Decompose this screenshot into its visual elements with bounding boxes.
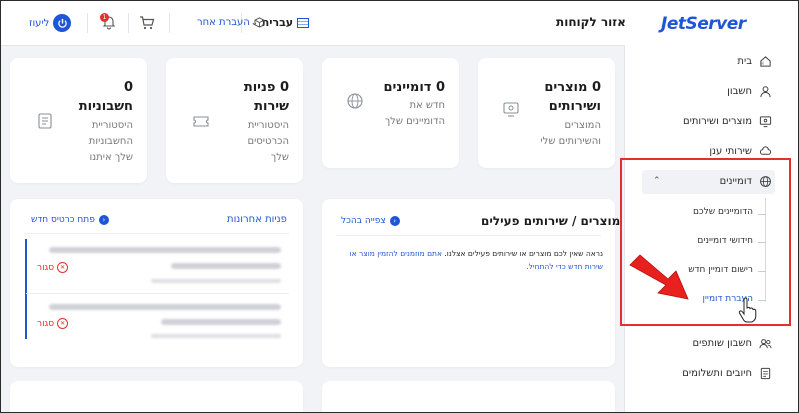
ticket-icon — [193, 116, 209, 127]
power-icon — [53, 14, 72, 32]
stat-subtitle: הדומיינים שלך — [384, 116, 445, 127]
divider — [128, 13, 129, 33]
recent-tickets-title[interactable]: פניות אחרונות — [227, 214, 287, 225]
stat-subtitle: החשבוניות — [88, 136, 133, 147]
view-all-link[interactable]: ‹ צפייה בהכל — [341, 216, 400, 226]
transfer-other-link[interactable]: העברת אחר — [197, 17, 265, 28]
stat-title: 0 מוצרים — [544, 80, 601, 95]
stat-subtitle: שלך איתנו — [89, 152, 133, 163]
invoice-icon — [38, 113, 52, 129]
sidebar-item-cloud[interactable]: שירותי ענן — [709, 145, 772, 158]
sidebar-item-home[interactable]: H בית — [737, 55, 772, 68]
cart-icon[interactable] — [139, 15, 155, 31]
stat-card-tickets[interactable]: 0 פניות שירות היסטוריית הכרטיסים שלך — [166, 58, 303, 183]
sidebar-item-affiliates[interactable]: חשבון שותפים — [692, 337, 772, 350]
sidebar-item-billing[interactable]: חיובים ותשלומים — [682, 367, 772, 380]
divider — [87, 13, 88, 33]
divider — [337, 235, 601, 236]
svg-text:H: H — [761, 61, 764, 66]
status-badge: ✕ סגור — [37, 262, 69, 273]
sidebar-item-account[interactable]: חשבון — [727, 85, 772, 98]
stat-card-invoices[interactable]: 0 חשבוניות היסטוריית החשבוניות שלך איתנו — [10, 58, 147, 183]
stat-subtitle: המוצרים — [564, 120, 602, 131]
stat-subtitle: היסטוריית — [91, 120, 133, 131]
annotation-arrow-icon — [629, 254, 689, 300]
user-icon — [760, 86, 771, 98]
stat-subtitle: והשירותים שלי — [540, 136, 601, 147]
stat-title: ושירותים — [548, 99, 601, 114]
panel-title: מוצרים / שירותים פעילים — [481, 214, 621, 228]
stat-title: 0 — [123, 80, 133, 95]
blurred-text — [171, 263, 281, 269]
close-icon: ✕ — [57, 318, 69, 329]
stat-title: 0 דומיינים — [383, 80, 445, 95]
bottom-panel-left — [10, 381, 303, 412]
stat-subtitle: הכרטיסים — [247, 136, 289, 147]
monitor-icon — [759, 116, 772, 128]
page-title: אזור לקוחות — [556, 15, 626, 29]
close-icon: ✕ — [57, 262, 69, 273]
globe-icon — [347, 93, 363, 109]
sidebar-item-products[interactable]: מוצרים ושירותים — [683, 115, 772, 128]
hand-cursor-icon — [738, 297, 757, 323]
chevron-left-icon: ‹ — [389, 216, 400, 226]
row-accent — [25, 239, 27, 339]
row-divider — [26, 293, 289, 294]
flag-icon — [297, 17, 310, 28]
stat-subtitle: חדש את — [409, 100, 445, 111]
top-bar: JetServer אזור לקוחות עברית ⌄ העברת אחר … — [1, 1, 798, 46]
bottom-panel-right — [322, 381, 615, 412]
notification-badge: 1 — [100, 13, 109, 22]
stat-subtitle: היסטוריית — [247, 120, 289, 131]
stat-title: חשבוניות — [78, 99, 133, 114]
cloud-icon — [759, 146, 772, 155]
status-badge: ✕ סגור — [37, 318, 69, 329]
user-name: ליעוז — [29, 17, 50, 29]
stat-card-domains[interactable]: 0 דומיינים חדש את הדומיינים שלך — [322, 58, 459, 168]
new-ticket-link[interactable]: ‹ פתח כרטיס חדש — [31, 215, 109, 225]
blurred-text — [161, 319, 281, 325]
stat-title: שירות — [254, 99, 289, 114]
home-icon: H — [760, 56, 771, 67]
divider — [25, 233, 289, 234]
empty-state-note: נראה שאין לכם מוצרים או שירותים פעילים א… — [349, 249, 603, 271]
blurred-text — [49, 247, 281, 253]
stat-subtitle: שלך — [270, 152, 289, 163]
language-label: עברית — [261, 16, 294, 29]
app-window: JetServer אזור לקוחות עברית ⌄ העברת אחר … — [0, 0, 799, 413]
blurred-text — [151, 279, 281, 283]
stat-title: 0 פניות — [243, 80, 289, 95]
chevron-left-icon: ‹ — [98, 215, 109, 225]
monitor-icon — [503, 102, 519, 117]
user-menu[interactable]: ליעוז — [29, 14, 72, 32]
invoice-icon — [760, 367, 771, 380]
logo[interactable]: JetServer — [661, 14, 746, 34]
divider — [169, 13, 170, 33]
blurred-text — [151, 334, 281, 338]
stat-card-products[interactable]: 0 מוצרים ושירותים המוצרים והשירותים שלי — [478, 58, 615, 168]
users-icon — [759, 339, 772, 349]
box-icon — [254, 17, 265, 28]
blurred-text — [49, 304, 281, 310]
transfer-other-label: העברת אחר — [197, 17, 250, 28]
